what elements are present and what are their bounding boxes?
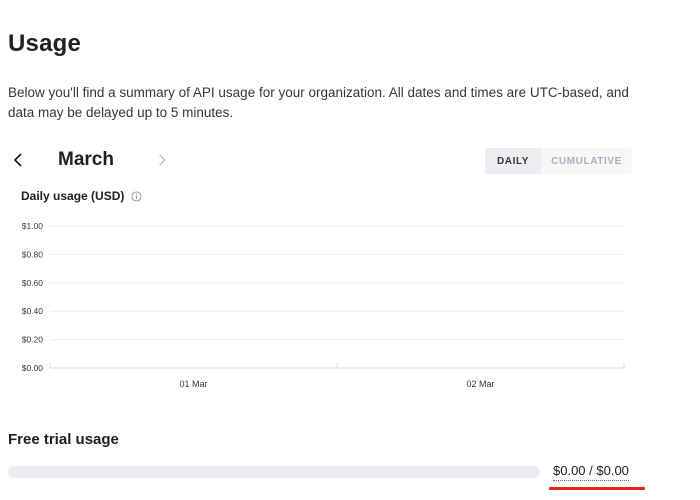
next-month-button[interactable] xyxy=(152,148,172,172)
free-trial-amount[interactable]: $0.00 / $0.00 xyxy=(553,463,629,481)
chevron-left-icon xyxy=(14,153,22,167)
x-tick-label: 02 Mar xyxy=(466,379,494,389)
y-tick-label: $0.20 xyxy=(22,335,44,345)
y-tick-label: $0.40 xyxy=(22,306,44,316)
chart-title: Daily usage (USD) xyxy=(21,189,142,203)
page-title: Usage xyxy=(8,30,82,57)
month-navigation: March xyxy=(8,146,172,174)
y-tick-label: $0.80 xyxy=(22,249,44,259)
annotation-underline xyxy=(549,487,645,490)
daily-usage-chart: $0.00 $0.20 $0.40 $0.60 $0.80 $1.00 01 Mar 02 M… xyxy=(22,221,625,389)
view-toggle: DAILY CUMULATIVE xyxy=(485,148,632,174)
cumulative-toggle-button[interactable]: CUMULATIVE xyxy=(541,148,632,174)
free-trial-progress-bar xyxy=(8,466,540,478)
y-tick-label: $0.00 xyxy=(22,363,44,373)
current-month-label: March xyxy=(58,149,114,170)
daily-toggle-button[interactable]: DAILY xyxy=(485,148,541,174)
chevron-right-icon xyxy=(159,154,166,166)
prev-month-button[interactable] xyxy=(8,148,28,172)
free-trial-title: Free trial usage xyxy=(8,431,119,448)
info-icon[interactable] xyxy=(131,190,142,202)
page-description: Below you'll find a summary of API usage… xyxy=(8,85,629,120)
chart-title-label: Daily usage (USD) xyxy=(21,189,125,203)
y-tick-label: $0.60 xyxy=(22,278,44,288)
y-tick-label: $1.00 xyxy=(22,221,44,231)
x-tick-label: 01 Mar xyxy=(179,379,207,389)
